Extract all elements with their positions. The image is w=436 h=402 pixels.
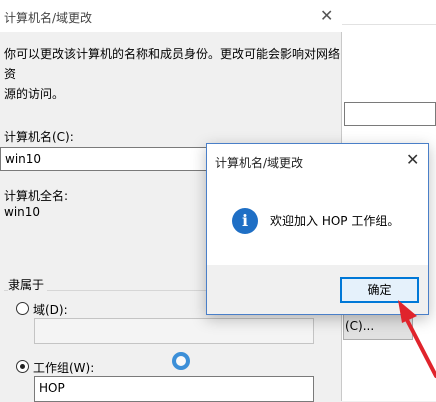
annotation-arrow-icon — [398, 300, 436, 378]
member-of-label: 隶属于 — [8, 276, 48, 293]
